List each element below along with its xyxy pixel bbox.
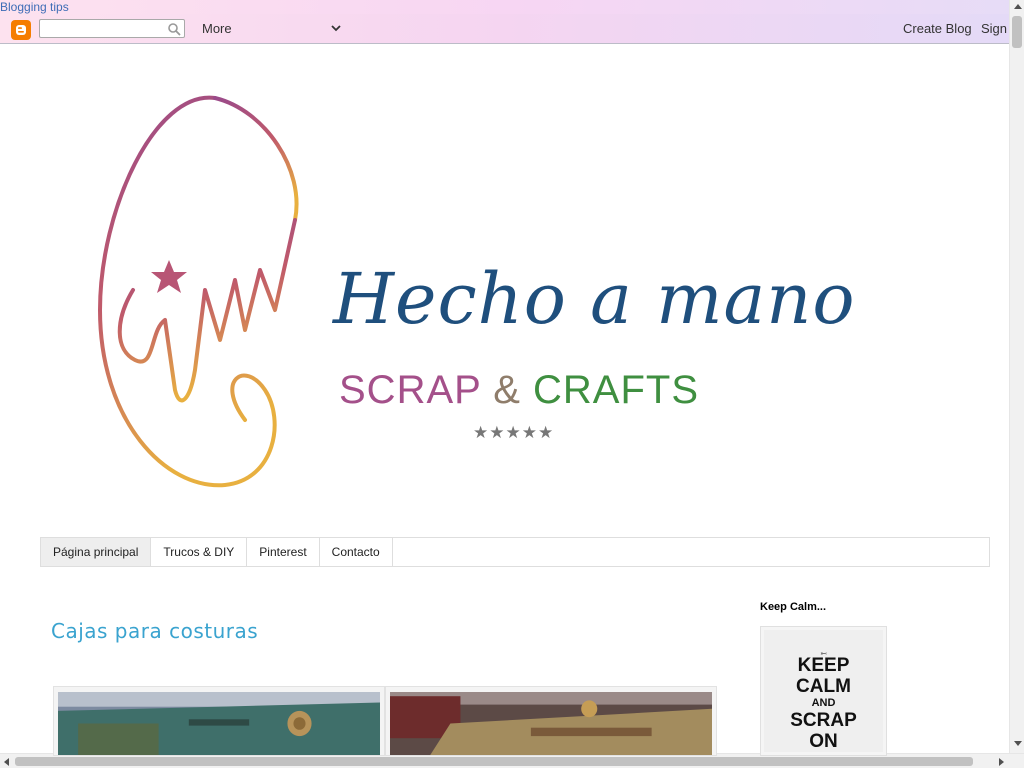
search-icon[interactable] [167,22,181,36]
scroll-left-icon[interactable] [4,758,9,766]
create-blog-link[interactable]: Create Blog [903,21,972,36]
post-image[interactable] [53,686,385,756]
scroll-down-icon[interactable] [1014,741,1022,746]
blogger-navbar: More Create Blog Sign [0,14,1009,44]
sign-in-link[interactable]: Sign [981,21,1007,36]
scroll-right-icon[interactable] [999,758,1004,766]
page-tabs: Página principal Trucos & DIY Pinterest … [40,537,990,567]
blog-title: Hecho a mano [333,258,856,340]
subtitle-scrap: SCRAP [339,368,482,412]
more-menu[interactable]: More [202,21,232,36]
blogging-tips-link[interactable]: Blogging tips [0,0,69,14]
post-image[interactable] [385,686,717,756]
signature-logo-icon [97,95,299,488]
rating-stars: ★★★★★ [473,423,555,442]
subtitle-crafts: CRAFTS [533,368,700,412]
post-title[interactable]: Cajas para costuras [51,619,258,643]
poster-calm: CALM [796,676,851,697]
poster-scrap: SCRAP [790,710,857,731]
keep-calm-poster[interactable]: KEEP CALM AND SCRAP ON [760,626,887,756]
poster-keep: KEEP [797,655,850,676]
tab-trucos-diy[interactable]: Trucos & DIY [151,538,248,566]
tab-pinterest[interactable]: Pinterest [247,538,320,566]
scroll-thumb[interactable] [1012,16,1022,48]
poster-on: ON [809,731,838,752]
blogger-logo-icon[interactable] [11,20,31,40]
sidebar-widget-title: Keep Calm... [760,601,827,613]
blog-subtitle: SCRAP & CRAFTS [339,368,699,413]
subtitle-amp: & [493,368,521,412]
top-strip: Blogging tips [0,0,1024,14]
scroll-up-icon[interactable] [1014,4,1022,9]
tab-pagina-principal[interactable]: Página principal [41,538,152,566]
tab-contacto[interactable]: Contacto [320,538,393,566]
poster-and: AND [811,697,836,709]
chevron-down-icon[interactable] [330,22,342,34]
vertical-scrollbar[interactable] [1009,0,1024,753]
search-input[interactable] [39,19,185,38]
